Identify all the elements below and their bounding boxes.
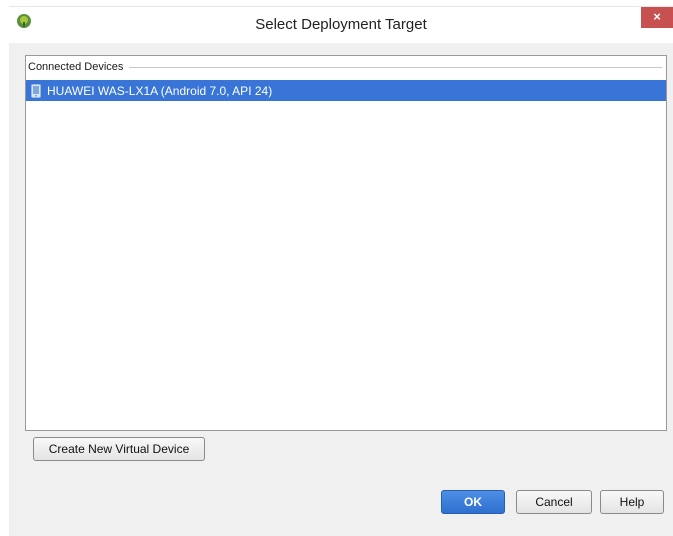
device-list-panel: Connected Devices HUAWEI WAS-LX1A (Andro… xyxy=(25,55,667,431)
dialog-title: Select Deployment Target xyxy=(255,16,427,33)
close-button[interactable]: × xyxy=(641,7,673,28)
close-icon: × xyxy=(653,9,661,24)
dialog-window: Select Deployment Target × Connected Dev… xyxy=(0,0,673,536)
section-label: Connected Devices xyxy=(28,61,124,73)
help-button[interactable]: Help xyxy=(600,490,664,514)
title-bar[interactable]: Select Deployment Target × xyxy=(9,6,673,43)
section-divider xyxy=(129,66,662,68)
device-label: HUAWEI WAS-LX1A (Android 7.0, API 24) xyxy=(47,83,273,98)
create-virtual-device-button[interactable]: Create New Virtual Device xyxy=(33,437,205,461)
connected-devices-header: Connected Devices xyxy=(26,59,666,75)
device-list-item[interactable]: HUAWEI WAS-LX1A (Android 7.0, API 24) xyxy=(26,80,666,101)
ok-button[interactable]: OK xyxy=(441,490,505,514)
phone-device-icon xyxy=(31,83,41,98)
cancel-button[interactable]: Cancel xyxy=(516,490,592,514)
dialog-content: Connected Devices HUAWEI WAS-LX1A (Andro… xyxy=(9,43,673,536)
